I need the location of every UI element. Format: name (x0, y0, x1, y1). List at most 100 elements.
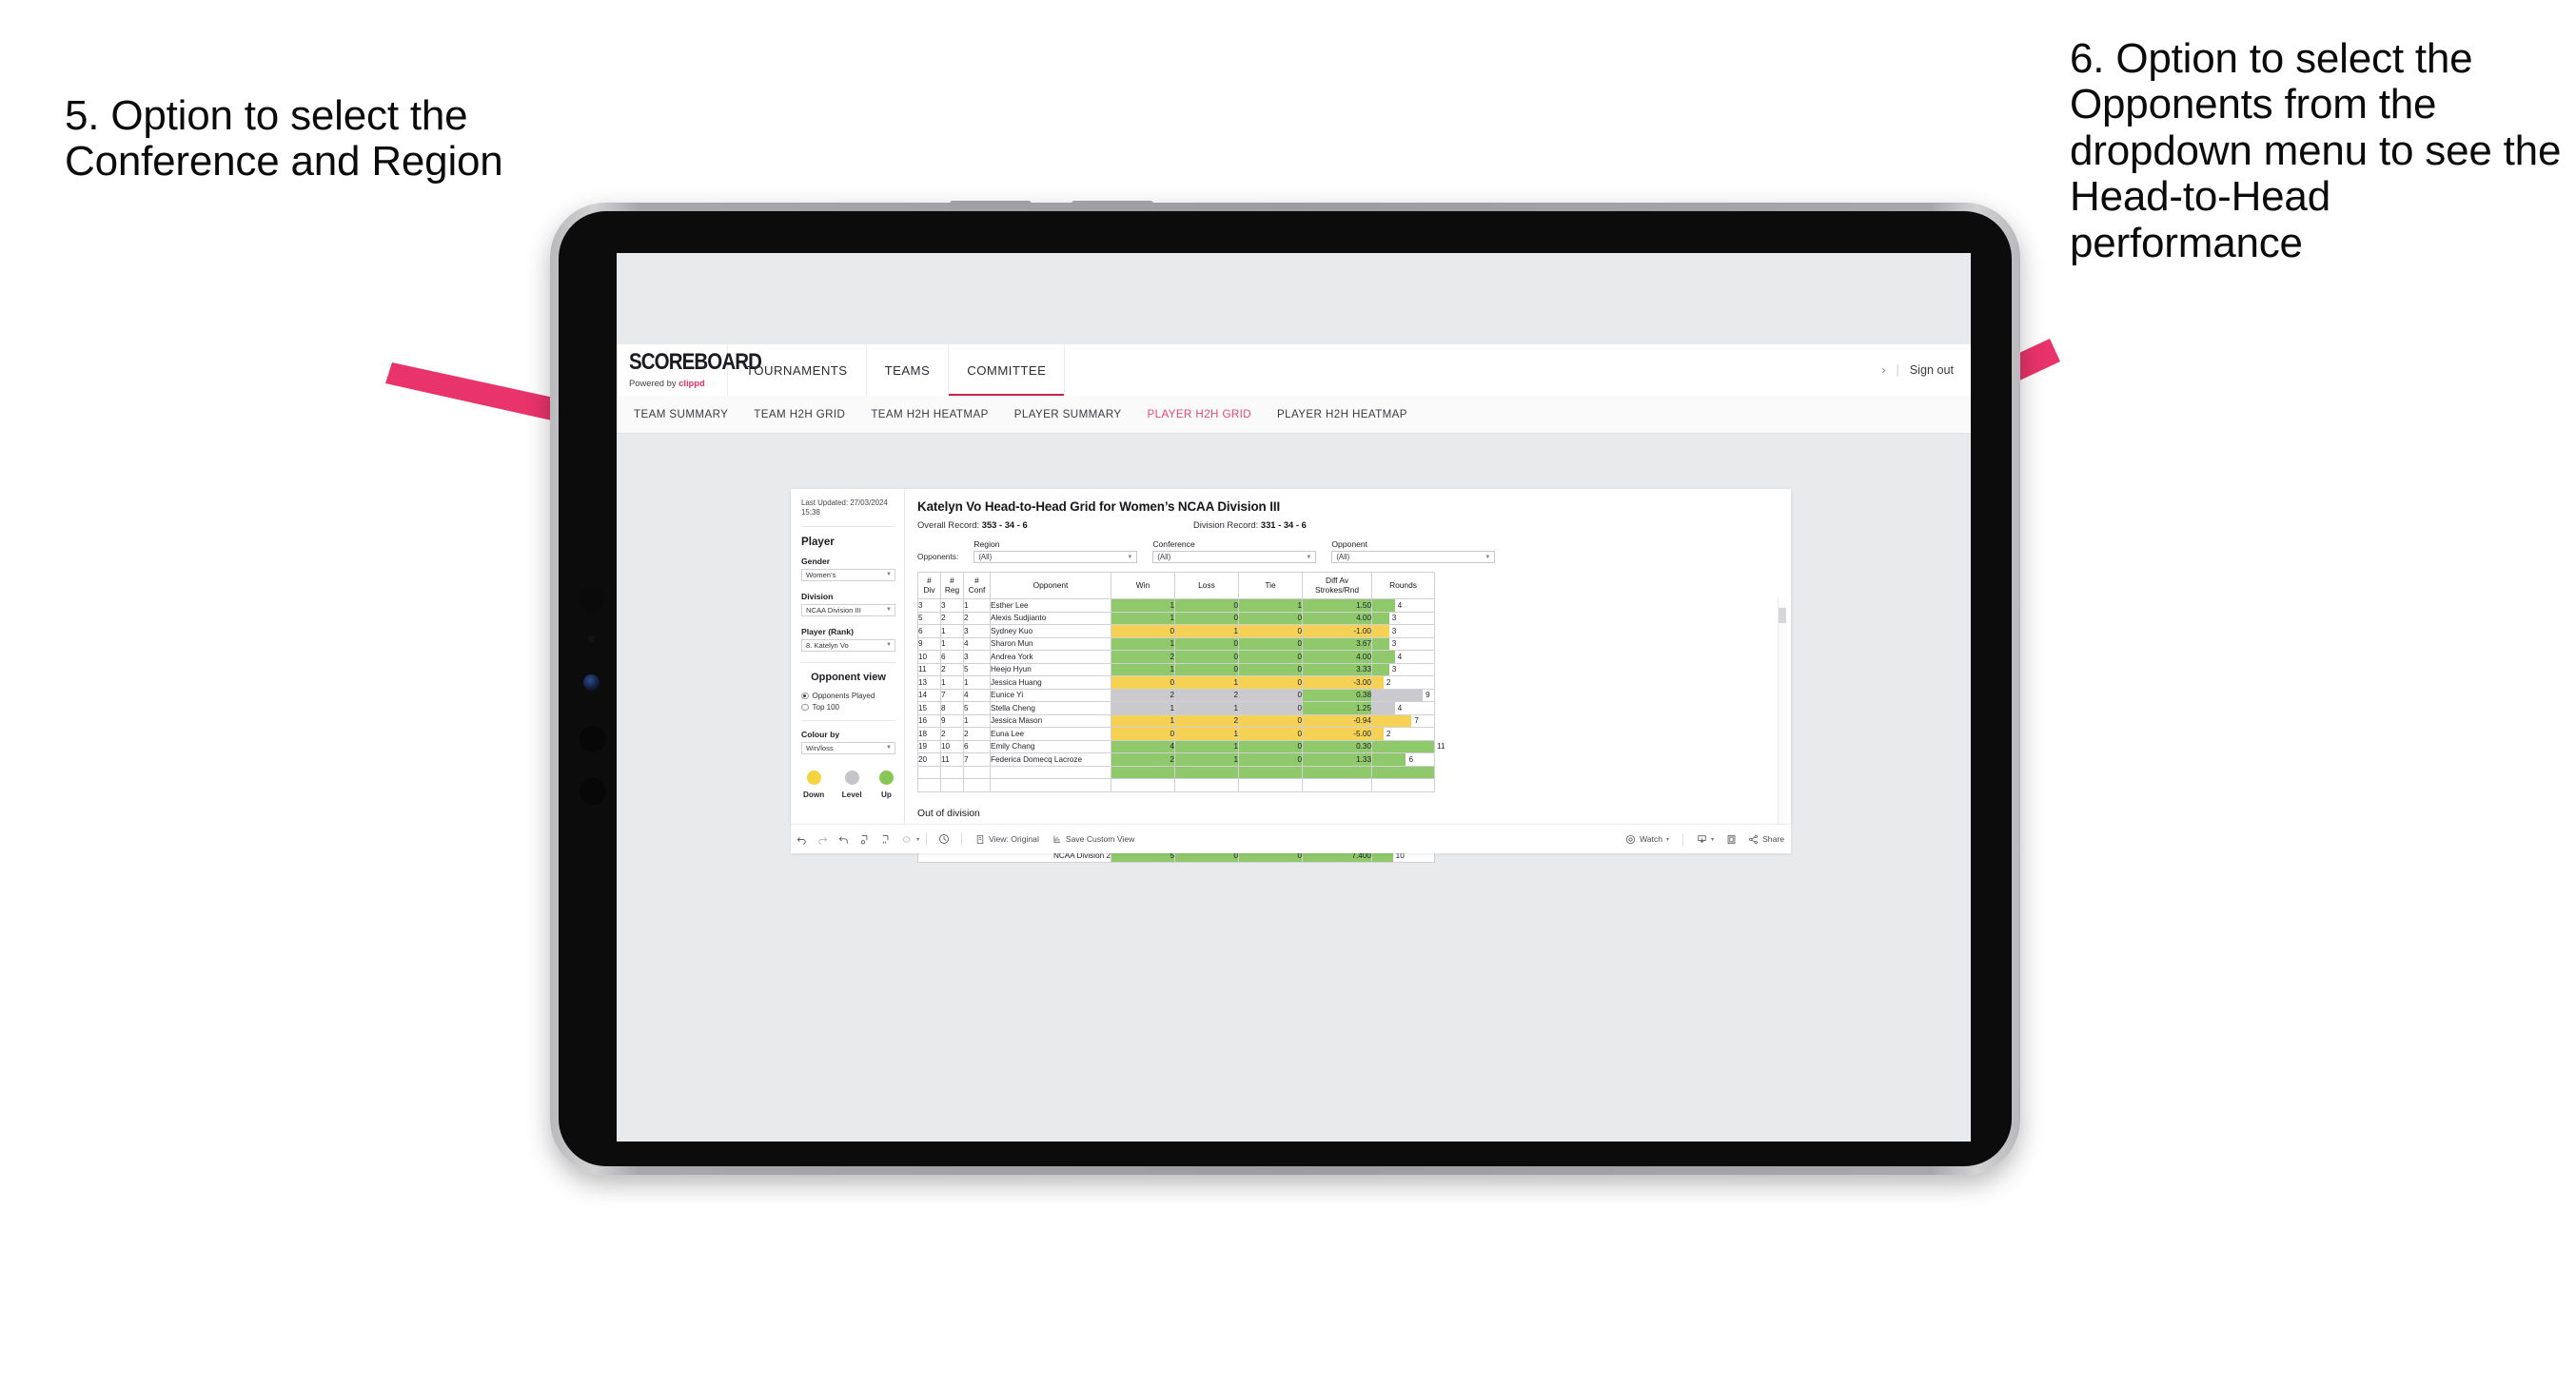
pause-auto-update-icon[interactable] (934, 833, 954, 845)
filter-region-value: (All) (978, 553, 993, 561)
rounds-value: 4 (1397, 652, 1403, 661)
table-row[interactable]: 14 7 4 Eunice Yi 2 2 0 0.38 9 (917, 688, 1435, 702)
column-header-7: Diff Av Strokes/Rnd (1302, 572, 1372, 599)
toolbar-divider-2 (961, 832, 963, 846)
nav-tab-tournaments[interactable]: TOURNAMENTS (728, 344, 867, 396)
fullscreen-icon[interactable] (1721, 834, 1741, 845)
cell-opponent: Euna Lee (990, 727, 1111, 741)
cell-div: 15 (917, 701, 941, 715)
legend-down-label: Down (803, 790, 825, 799)
cell-empty (1174, 778, 1239, 792)
legend-dot-up-icon (878, 770, 894, 785)
cell-clipped (963, 765, 991, 779)
shape-caret-icon[interactable]: ▾ (916, 836, 919, 843)
cell-empty (963, 778, 991, 792)
download-button[interactable]: ▾ (1690, 834, 1721, 845)
rounds-bar (1372, 728, 1384, 740)
filter-opponent-select[interactable]: (All) ▼ (1331, 551, 1496, 563)
nav-tab-teams[interactable]: TEAMS (867, 344, 950, 396)
cell-loss: 1 (1174, 727, 1239, 741)
table-scrollbar[interactable] (1778, 598, 1786, 853)
view-original-label: View: Original (989, 834, 1039, 844)
rounds-value: 3 (1391, 639, 1397, 649)
cell-div: 13 (917, 675, 941, 690)
rounds-bar (1372, 740, 1434, 752)
table-row[interactable]: 11 2 5 Heejo Hyun 1 0 0 3.33 3 (917, 662, 1435, 676)
redo-icon[interactable] (812, 834, 833, 845)
cell-div: 11 (917, 662, 941, 676)
radio-top-100[interactable]: Top 100 (801, 703, 895, 712)
division-select[interactable]: NCAA Division III ▼ (801, 603, 895, 616)
cell-reg: 10 (940, 739, 964, 753)
cell-win: 0 (1111, 675, 1175, 690)
sub-tab-team-summary[interactable]: TEAM SUMMARY (634, 408, 728, 420)
cell-loss: 1 (1174, 701, 1239, 715)
cell-conf: 2 (963, 727, 991, 741)
cell-diff: 1.25 (1302, 701, 1372, 715)
table-row[interactable]: 18 2 2 Euna Lee 0 1 0 -5.00 2 (917, 727, 1435, 741)
sub-tab-team-h2h-grid[interactable]: TEAM H2H GRID (754, 408, 845, 420)
division-record: Division Record: 331 - 34 - 6 (1193, 519, 1307, 530)
view-icon (976, 834, 984, 844)
watch-button[interactable]: Watch ▾ (1619, 834, 1676, 845)
cell-diff: 3.33 (1302, 662, 1372, 676)
sub-tab-player-h2h-heatmap[interactable]: PLAYER H2H HEATMAP (1277, 408, 1407, 420)
cell-rounds: 2 (1371, 727, 1435, 741)
opponents-prefix-label: Opponents: (917, 552, 959, 561)
table-row[interactable]: 20 11 7 Federica Domecq Lacroze 2 1 0 1.33 6 (917, 752, 1435, 767)
radio-opponents-played[interactable]: Opponents Played (801, 692, 895, 700)
colour-by-select[interactable]: Win/loss ▼ (801, 741, 895, 754)
share-button[interactable]: Share (1741, 834, 1791, 845)
cell-loss: 1 (1174, 624, 1239, 638)
table-row[interactable]: 5 2 2 Alexis Sudjianto 1 0 0 4.00 3 (917, 611, 1435, 625)
table-row[interactable]: 6 1 3 Sydney Kuo 0 1 0 -1.00 3 (917, 624, 1435, 638)
sub-tab-player-h2h-grid[interactable]: PLAYER H2H GRID (1148, 408, 1252, 420)
chevron-right-icon[interactable]: › (1882, 363, 1886, 377)
sub-tab-team-h2h-heatmap[interactable]: TEAM H2H HEATMAP (871, 408, 988, 420)
division-record-label: Division Record: (1193, 519, 1259, 530)
legend-up-label: Up (881, 790, 892, 799)
table-row-clipped (917, 765, 1435, 779)
cell-tie: 0 (1238, 701, 1303, 715)
cell-conf: 3 (963, 650, 991, 664)
cell-diff: 1.50 (1302, 598, 1372, 613)
filter-opponent-label: Opponent (1331, 539, 1368, 549)
table-row[interactable]: 19 10 6 Emily Chang 4 1 0 0.30 11 (917, 739, 1445, 753)
cell-div: 16 (917, 713, 941, 728)
cell-conf: 1 (963, 713, 991, 728)
table-row[interactable]: 10 6 3 Andrea York 2 0 0 4.00 4 (917, 650, 1435, 664)
filter-conference-select[interactable]: (All) ▼ (1152, 551, 1317, 563)
cell-conf: 2 (963, 611, 991, 625)
nav-tab-committee[interactable]: COMMITTEE (949, 344, 1066, 397)
rounds-bar (1372, 753, 1406, 766)
legend-dot-level-icon (844, 770, 859, 785)
table-row[interactable]: 16 9 1 Jessica Mason 1 2 0 -0.94 7 (917, 713, 1435, 728)
sign-out-link[interactable]: Sign out (1910, 363, 1954, 377)
table-row[interactable]: 15 8 5 Stella Cheng 1 1 0 1.25 4 (917, 701, 1435, 715)
revert-icon[interactable] (833, 834, 854, 845)
player-rank-select[interactable]: 8. Katelyn Vo ▼ (801, 638, 895, 652)
shape-icon[interactable] (895, 834, 916, 845)
view-original-button[interactable]: View: Original (969, 834, 1046, 845)
watch-icon (1625, 834, 1636, 844)
overall-record: Overall Record: 353 - 34 - 6 (917, 519, 1193, 530)
filter-region-select[interactable]: (All) ▼ (973, 551, 1138, 563)
sidebar-divider-3 (801, 719, 895, 721)
workbook-toolbar: ▾ View: Original Save Custom View Watch … (791, 824, 1791, 853)
share-label: Share (1762, 834, 1784, 844)
undo-icon[interactable] (791, 834, 812, 845)
table-row[interactable]: 9 1 4 Sharon Mun 1 0 0 3.67 3 (917, 636, 1435, 651)
table-scrollbar-thumb[interactable] (1779, 608, 1786, 623)
cell-opponent: Jessica Mason (990, 713, 1111, 728)
h2h-grid-body: 3 3 1 Esther Lee 1 0 1 1.50 4 5 2 2 Alexis Sudjianto… (917, 598, 1445, 792)
cell-div: 10 (917, 650, 941, 664)
save-custom-view-button[interactable]: Save Custom View (1046, 834, 1141, 845)
pause-updates-icon[interactable] (875, 834, 895, 845)
table-row[interactable]: 13 1 1 Jessica Huang 0 1 0 -3.00 2 (917, 675, 1435, 690)
gender-select[interactable]: Women’s ▼ (801, 568, 895, 581)
table-row[interactable]: 3 3 1 Esther Lee 1 0 1 1.50 4 (917, 598, 1435, 613)
cell-opponent: Andrea York (990, 650, 1111, 664)
cell-conf: 4 (963, 688, 991, 702)
refresh-data-icon[interactable] (854, 834, 875, 845)
sub-tab-player-summary[interactable]: PLAYER SUMMARY (1014, 408, 1122, 420)
